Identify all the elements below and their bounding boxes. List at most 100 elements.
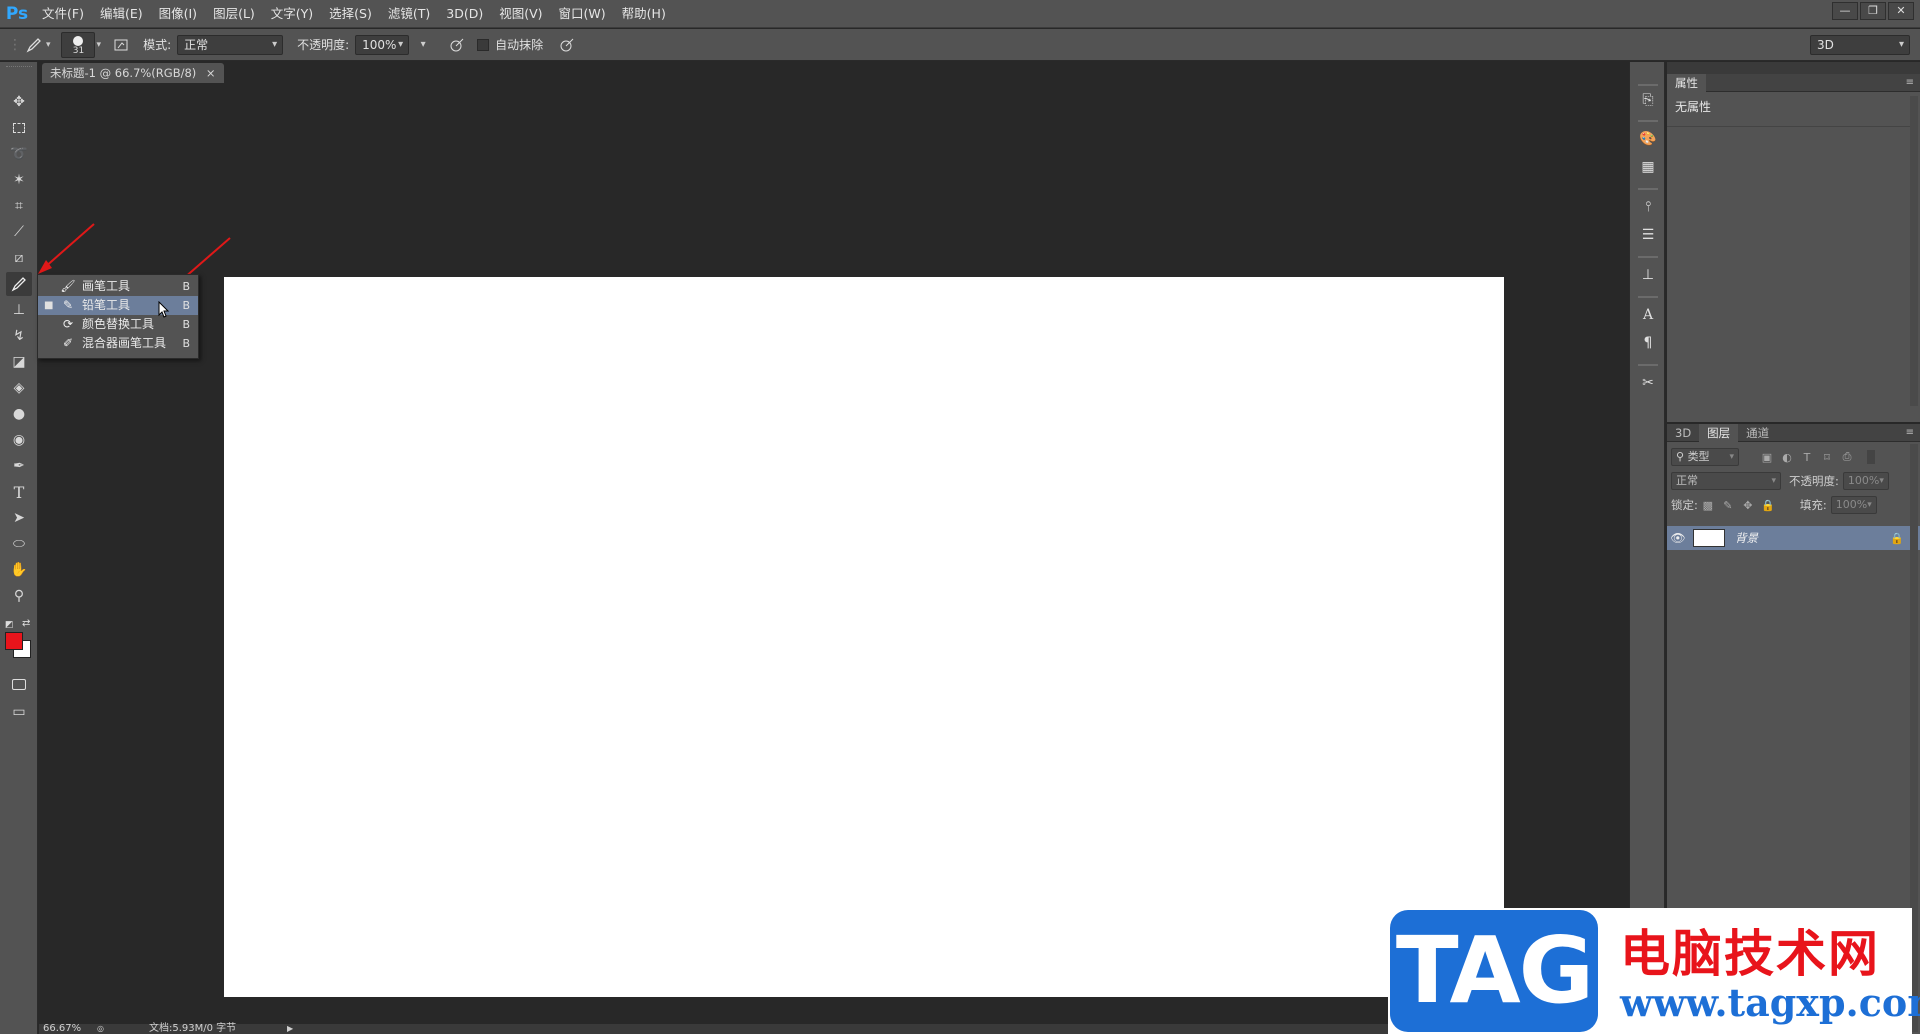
filter-pixel-icon[interactable]: ▣ [1759, 449, 1775, 465]
brush-size-picker[interactable]: 31 [60, 31, 95, 58]
panel-menu-icon[interactable]: ≡ [1906, 427, 1914, 438]
crop-tool[interactable]: ⌗ [6, 194, 32, 218]
menu-3d[interactable]: 3D(D) [438, 0, 491, 28]
brush-panel-button[interactable] [109, 34, 133, 56]
brush-presets-panel-icon[interactable]: ⫯ [1636, 196, 1660, 218]
tool-preset-picker[interactable] [22, 34, 46, 56]
auto-erase-checkbox[interactable] [477, 38, 490, 51]
mode-dropdown[interactable]: 正常 [177, 34, 284, 55]
lasso-tool[interactable]: ➰ [6, 142, 32, 166]
menu-view[interactable]: 视图(V) [491, 0, 550, 28]
filter-shape-icon[interactable]: ⌑ [1819, 449, 1835, 465]
menu-window[interactable]: 窗口(W) [551, 0, 614, 28]
swatches-panel-icon[interactable]: ▦ [1636, 156, 1660, 178]
flyout-item-brush[interactable]: 🖌 画笔工具 B [38, 277, 198, 296]
tab-channels[interactable]: 通道 [1738, 424, 1777, 442]
brush-size-value: 31 [72, 45, 85, 56]
opacity-slider-button[interactable]: ▾ [411, 34, 435, 56]
history-panel-icon[interactable]: ⎘ [1636, 89, 1660, 111]
tab-3d[interactable]: 3D [1667, 424, 1699, 442]
tools-presets-panel-icon[interactable]: ✂ [1636, 372, 1660, 394]
menu-filter[interactable]: 滤镜(T) [380, 0, 438, 28]
quick-mask-button[interactable] [6, 672, 32, 696]
document-tab[interactable]: 未标题-1 @ 66.7%(RGB/8) × [42, 63, 224, 83]
paint-bucket-tool[interactable]: ◈ [6, 376, 32, 400]
zoom-tool[interactable]: ⚲ [6, 584, 32, 608]
clone-stamp-tool[interactable]: ⊥ [6, 298, 32, 322]
menu-type[interactable]: 文字(Y) [263, 0, 321, 28]
blur-tool[interactable]: ● [6, 402, 32, 426]
color-panel-icon[interactable]: 🎨 [1636, 128, 1660, 150]
fill-input[interactable]: 100% [1830, 496, 1877, 514]
blend-mode-dropdown[interactable]: 正常 [1671, 472, 1781, 490]
close-button[interactable]: ✕ [1888, 2, 1914, 20]
history-brush-tool[interactable]: ↯ [6, 324, 32, 348]
document-canvas[interactable] [224, 277, 1504, 997]
flyout-item-pencil[interactable]: ■ ✎ 铅笔工具 B [38, 296, 198, 315]
default-colors-icon[interactable]: ◩ [5, 620, 14, 630]
workspace-dropdown[interactable]: 3D [1810, 35, 1910, 55]
dodge-tool[interactable]: ◉ [6, 428, 32, 452]
filter-toggle[interactable] [1867, 450, 1875, 464]
menu-select[interactable]: 选择(S) [321, 0, 380, 28]
filter-adjustment-icon[interactable]: ◐ [1779, 449, 1795, 465]
character-panel-icon[interactable]: A [1636, 304, 1660, 326]
flyout-item-shortcut: B [182, 318, 190, 331]
opacity-input[interactable]: 100% [355, 34, 410, 55]
restore-button[interactable]: ❐ [1860, 2, 1886, 20]
flyout-item-mixer-brush[interactable]: ✐ 混合器画笔工具 B [38, 334, 198, 353]
lock-all-icon[interactable]: 🔒 [1760, 497, 1776, 513]
menu-layer[interactable]: 图层(L) [205, 0, 263, 28]
screen-mode-button[interactable]: ▭ [6, 700, 32, 724]
clone-source-panel-icon[interactable]: ⊥ [1636, 264, 1660, 286]
filter-type-icon[interactable]: T [1799, 449, 1815, 465]
canvas-area[interactable] [39, 84, 1628, 1024]
minimize-button[interactable]: — [1832, 2, 1858, 20]
menu-file[interactable]: 文件(F) [34, 0, 92, 28]
layer-row-background[interactable]: 👁 背景 🔒 [1667, 526, 1920, 550]
panel-dock-header[interactable] [1667, 62, 1920, 74]
tab-layers[interactable]: 图层 [1699, 423, 1739, 442]
brush-icon: 🖌 [60, 279, 76, 293]
zoom-level[interactable]: 66.67% [43, 1024, 81, 1034]
lock-image-icon[interactable]: ✎ [1720, 497, 1736, 513]
hand-tool[interactable]: ✋ [6, 558, 32, 582]
pressure-size-button[interactable] [555, 34, 579, 56]
ellipse-tool[interactable]: ⬭ [6, 532, 32, 556]
move-tool[interactable]: ✥ [6, 90, 32, 114]
healing-brush-tool[interactable]: ⧄ [6, 246, 32, 270]
lock-transparent-icon[interactable]: ▩ [1700, 497, 1716, 513]
magic-wand-tool[interactable]: ✶ [6, 168, 32, 192]
filter-smart-object-icon[interactable]: ⎙ [1839, 449, 1855, 465]
flyout-item-color-replacement[interactable]: ⟳ 颜色替换工具 B [38, 315, 198, 334]
tab-close-icon[interactable]: × [206, 66, 216, 80]
pen-tool[interactable]: ✒ [6, 454, 32, 478]
layer-thumbnail[interactable] [1693, 529, 1725, 547]
tab-properties[interactable]: 属性 [1667, 73, 1706, 92]
layer-lock-icon[interactable]: 🔒 [1890, 532, 1904, 545]
eye-icon[interactable]: 👁 [1667, 531, 1689, 545]
eyedropper-tool[interactable]: ⟋ [6, 220, 32, 244]
layer-opacity-input[interactable]: 100% [1842, 472, 1889, 490]
swap-colors-icon[interactable]: ⇄ [22, 618, 30, 629]
menu-image[interactable]: 图像(I) [151, 0, 205, 28]
adjustments-panel-icon[interactable]: ☰ [1636, 224, 1660, 246]
status-menu-arrow-icon[interactable]: ▶ [287, 1024, 293, 1034]
menu-help[interactable]: 帮助(H) [614, 0, 674, 28]
panel-menu-icon[interactable]: ≡ [1906, 77, 1914, 88]
lock-position-icon[interactable]: ✥ [1740, 497, 1756, 513]
path-selection-tool[interactable]: ➤ [6, 506, 32, 530]
brush-tool[interactable] [6, 272, 32, 296]
marquee-tool[interactable] [6, 116, 32, 140]
eraser-tool[interactable]: ◪ [6, 350, 32, 374]
layer-name[interactable]: 背景 [1735, 530, 1758, 546]
panel-grip[interactable] [6, 66, 32, 69]
properties-scrollbar[interactable] [1910, 96, 1918, 406]
pressure-opacity-button[interactable] [445, 34, 469, 56]
type-tool[interactable]: T [6, 480, 32, 504]
menu-edit[interactable]: 编辑(E) [92, 0, 151, 28]
filter-kind-dropdown[interactable]: ⚲ 类型 [1671, 448, 1739, 466]
foreground-color-swatch[interactable] [5, 632, 23, 650]
history-brush-icon: ↯ [13, 328, 25, 344]
paragraph-panel-icon[interactable]: ¶ [1636, 332, 1660, 354]
